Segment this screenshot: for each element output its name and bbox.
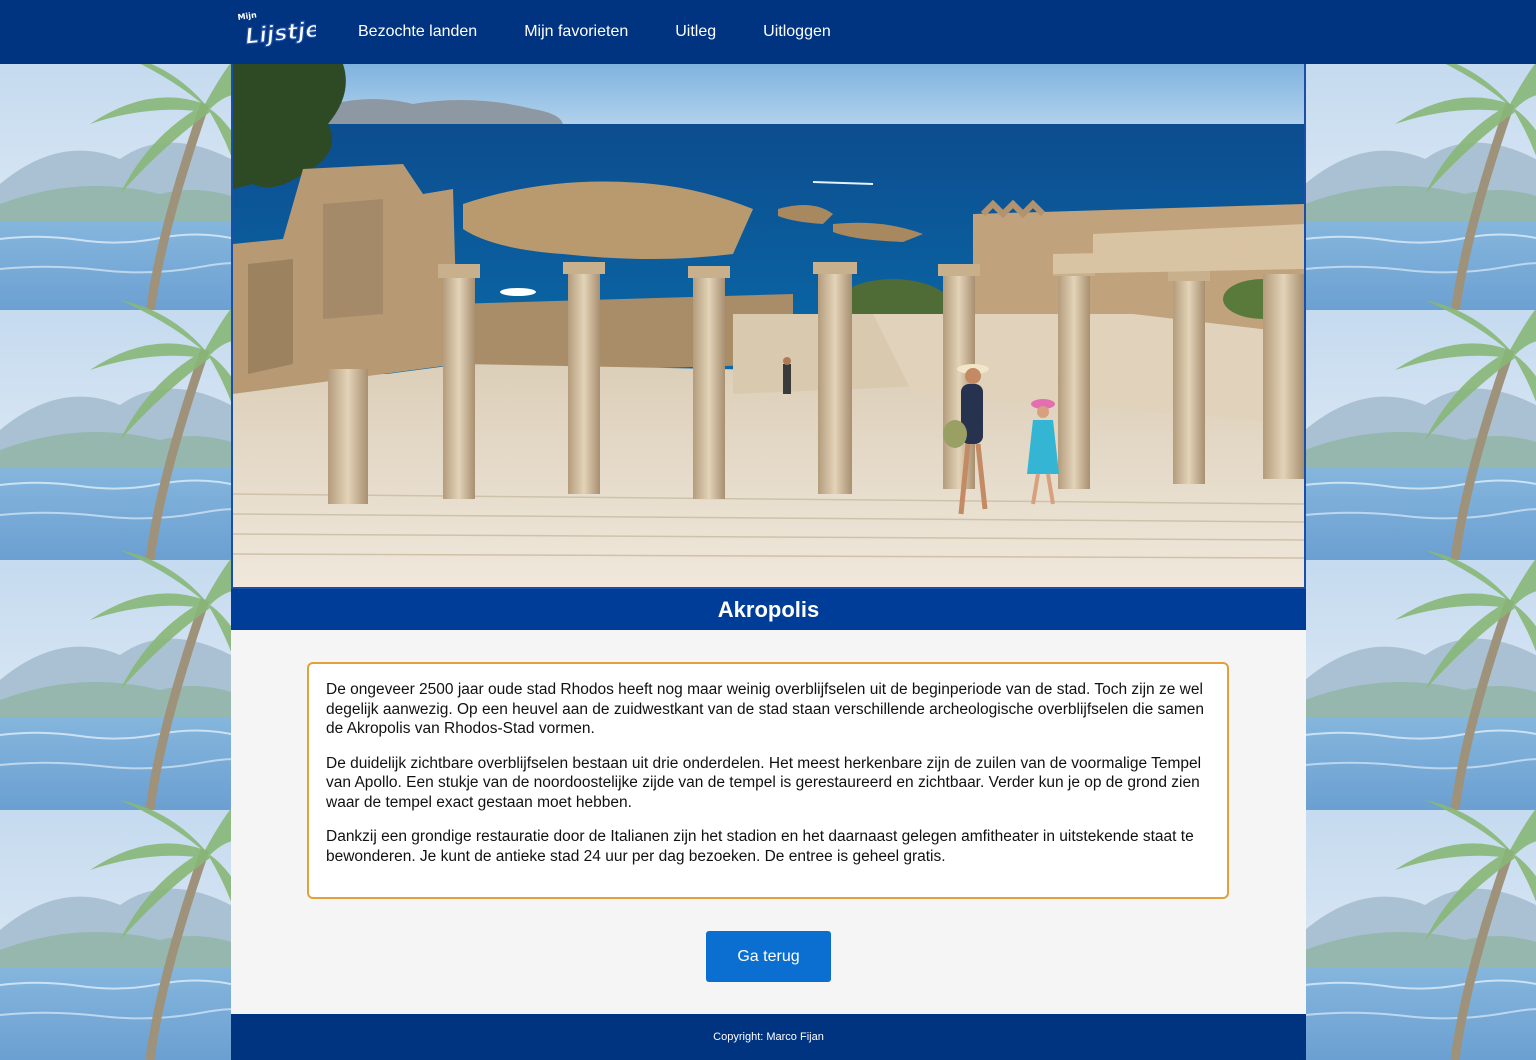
- description-paragraph-1: De ongeveer 2500 jaar oude stad Rhodos h…: [326, 681, 1205, 737]
- description-paragraph-3: Dankzij een grondige restauratie door de…: [326, 828, 1194, 865]
- nav-links: Bezochte landen Mijn favorieten Uitleg U…: [358, 0, 878, 64]
- svg-text:Lijstje: Lijstje: [244, 17, 316, 50]
- top-navbar: Mijn Lijstje Bezochte landen Mijn favori…: [0, 0, 1536, 64]
- nav-link-mijn-favorieten[interactable]: Mijn favorieten: [524, 23, 628, 41]
- nav-link-uitleg[interactable]: Uitleg: [675, 23, 716, 41]
- back-button[interactable]: Ga terug: [706, 931, 831, 982]
- logo[interactable]: Mijn Lijstje: [236, 8, 322, 52]
- description-paragraph-2: De duidelijk zichtbare overblijfselen be…: [326, 754, 1202, 811]
- title-bar: Akropolis: [231, 589, 1306, 630]
- page-title: Akropolis: [717, 596, 820, 622]
- main-content: Akropolis De ongeveer 2500 jaar oude sta…: [231, 64, 1306, 1060]
- hero-image-acropolis: [231, 64, 1306, 589]
- copyright-text: Copyright: Marco Fijan: [713, 1031, 824, 1043]
- nav-link-uitloggen[interactable]: Uitloggen: [763, 23, 831, 41]
- svg-text:Mijn: Mijn: [237, 10, 258, 22]
- description-box: De ongeveer 2500 jaar oude stad Rhodos h…: [307, 662, 1229, 899]
- nav-link-bezochte-landen[interactable]: Bezochte landen: [358, 23, 477, 41]
- footer: Copyright: Marco Fijan: [231, 1014, 1306, 1060]
